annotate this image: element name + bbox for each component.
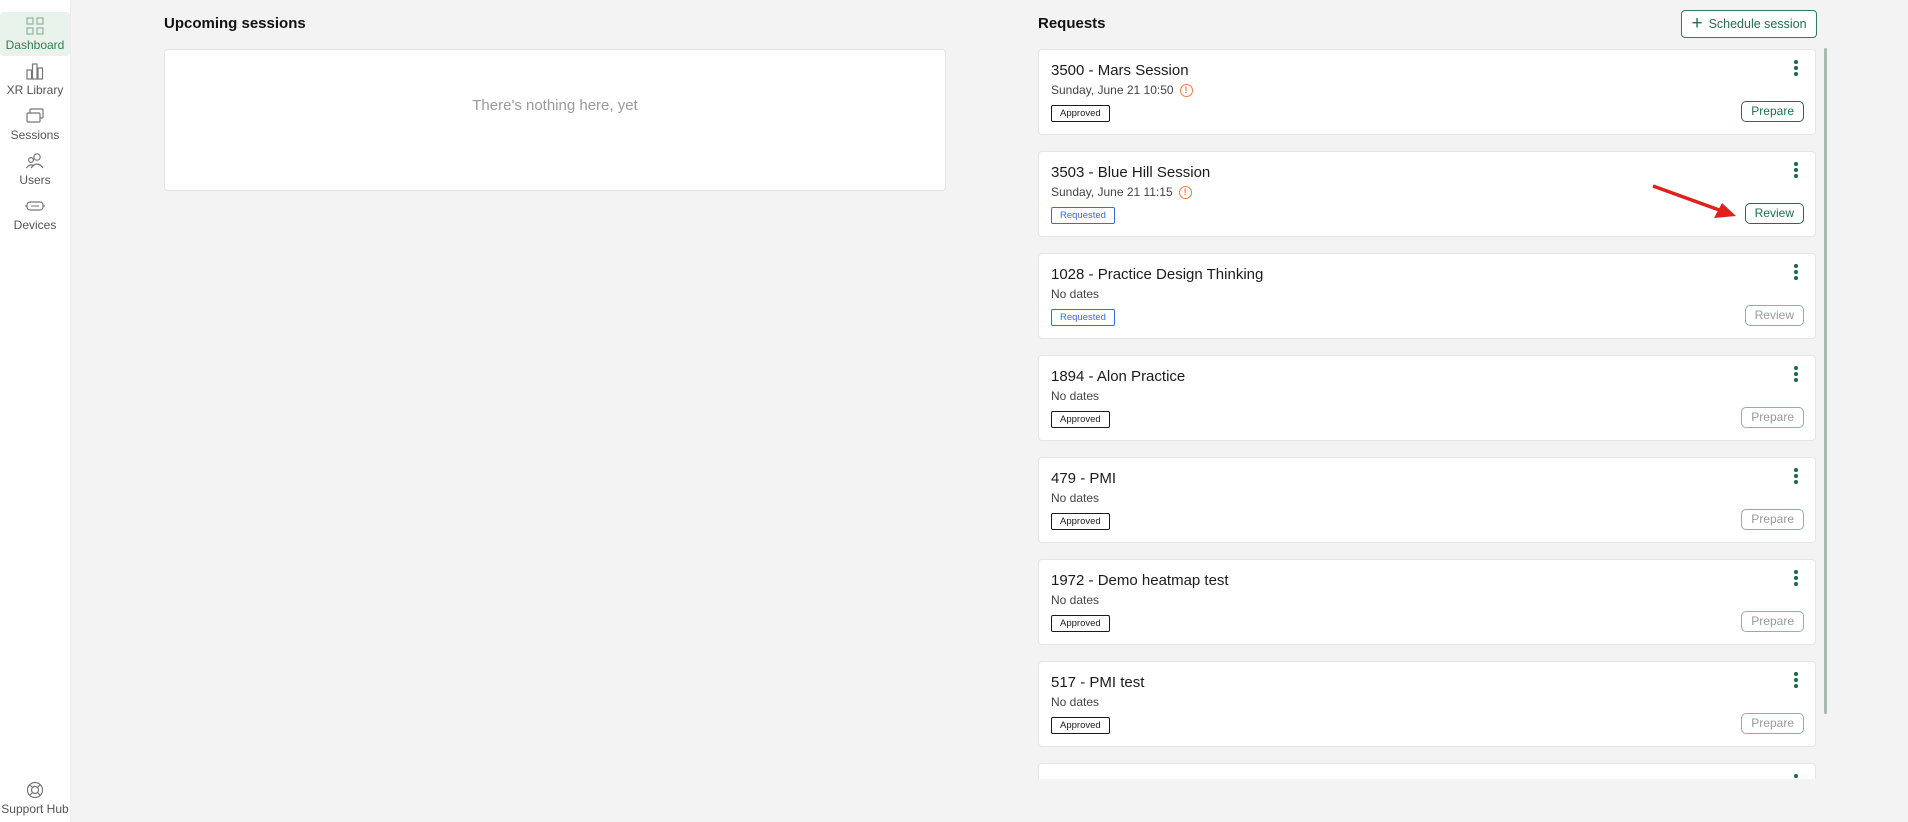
- empty-state-text: There's nothing here, yet: [472, 96, 638, 114]
- request-card[interactable]: 517 - PMI test No dates Approved Prepare: [1038, 661, 1816, 747]
- prepare-button[interactable]: Prepare: [1741, 407, 1804, 428]
- status-badge: Approved: [1051, 717, 1110, 734]
- request-card[interactable]: 479 - PMI No dates Approved Prepare: [1038, 457, 1816, 543]
- more-options-icon[interactable]: [1791, 774, 1801, 779]
- requests-title: Requests: [1038, 15, 1106, 32]
- sidebar-item-devices[interactable]: Devices: [0, 192, 70, 236]
- chart-icon: [26, 63, 44, 80]
- sessions-icon: [26, 108, 44, 123]
- schedule-session-button[interactable]: + Schedule session: [1681, 10, 1817, 38]
- status-badge: Requested: [1051, 207, 1115, 224]
- sidebar-item-support-hub[interactable]: Support Hub: [0, 776, 70, 820]
- request-card[interactable]: 1972 - Demo heatmap test No dates Approv…: [1038, 559, 1816, 645]
- request-date-text: No dates: [1051, 389, 1100, 403]
- more-options-icon[interactable]: [1791, 468, 1801, 488]
- request-title: 3503 - Blue Hill Session: [1051, 164, 1211, 181]
- prepare-button[interactable]: Prepare: [1741, 713, 1804, 734]
- request-card[interactable]: 3500 - Mars Session Sunday, June 21 10:5…: [1038, 49, 1816, 135]
- more-options-icon[interactable]: [1791, 264, 1801, 284]
- prepare-button[interactable]: Prepare: [1741, 611, 1804, 632]
- request-date-text: No dates: [1051, 491, 1100, 505]
- request-card[interactable]: [1038, 763, 1816, 779]
- sidebar-item-label: Devices: [13, 218, 57, 232]
- upcoming-sessions-empty-card: There's nothing here, yet: [164, 49, 946, 191]
- more-options-icon[interactable]: [1791, 366, 1801, 386]
- request-date-text: No dates: [1051, 695, 1100, 709]
- status-badge: Approved: [1051, 105, 1110, 122]
- request-date: Sunday, June 21 10:50!: [1051, 83, 1193, 97]
- request-date-text: No dates: [1051, 287, 1100, 301]
- review-button[interactable]: Review: [1744, 305, 1804, 326]
- sidebar-item-sessions[interactable]: Sessions: [0, 102, 70, 146]
- sidebar-item-users[interactable]: Users: [0, 147, 70, 191]
- request-date: No dates: [1051, 593, 1099, 607]
- lifebuoy-icon: [26, 781, 44, 799]
- warning-icon: !: [1178, 185, 1192, 199]
- request-card[interactable]: 1028 - Practice Design Thinking No dates…: [1038, 253, 1816, 339]
- request-date-text: Sunday, June 21 11:15: [1051, 185, 1173, 199]
- requests-scrollbar[interactable]: [1824, 48, 1827, 714]
- status-badge: Approved: [1051, 411, 1110, 428]
- request-date: Sunday, June 21 11:15!: [1051, 185, 1192, 199]
- status-badge: Approved: [1051, 615, 1110, 632]
- more-options-icon[interactable]: [1791, 672, 1801, 692]
- sidebar-item-label: Sessions: [10, 128, 60, 142]
- request-date-text: No dates: [1051, 593, 1100, 607]
- request-date: No dates: [1051, 491, 1099, 505]
- requests-list: 3500 - Mars Session Sunday, June 21 10:5…: [1038, 49, 1816, 779]
- request-date-text: Sunday, June 21 10:50: [1051, 83, 1174, 97]
- users-icon: [26, 153, 44, 169]
- plus-icon: +: [1691, 12, 1703, 34]
- status-badge: Requested: [1051, 309, 1115, 326]
- request-title: 517 - PMI test: [1051, 674, 1145, 691]
- review-button[interactable]: Review: [1744, 203, 1804, 224]
- request-title: 479 - PMI: [1051, 470, 1117, 487]
- sidebar-item-label: Support Hub: [1, 802, 69, 816]
- prepare-button[interactable]: Prepare: [1741, 101, 1804, 122]
- upcoming-sessions-title: Upcoming sessions: [164, 15, 306, 32]
- warning-icon: !: [1179, 83, 1193, 97]
- more-options-icon[interactable]: [1791, 570, 1801, 590]
- more-options-icon[interactable]: [1791, 162, 1801, 182]
- request-title: 3500 - Mars Session: [1051, 62, 1189, 79]
- request-card[interactable]: 1894 - Alon Practice No dates Approved P…: [1038, 355, 1816, 441]
- request-title: 1894 - Alon Practice: [1051, 368, 1186, 385]
- dashboard-icon: [26, 17, 44, 35]
- sidebar-item-label: Dashboard: [5, 38, 65, 52]
- sidebar-item-xr-library[interactable]: XR Library: [0, 57, 70, 101]
- request-date: No dates: [1051, 695, 1099, 709]
- status-badge: Approved: [1051, 513, 1110, 530]
- sidebar: Dashboard XR Library Sessions Users Devi…: [0, 0, 71, 822]
- sidebar-item-label: XR Library: [6, 83, 64, 97]
- request-title: 1972 - Demo heatmap test: [1051, 572, 1229, 589]
- annotation-arrow: [1652, 184, 1736, 218]
- request-title: 1028 - Practice Design Thinking: [1051, 266, 1264, 283]
- sidebar-item-dashboard[interactable]: Dashboard: [0, 12, 70, 56]
- headset-icon: [25, 201, 45, 211]
- sidebar-item-label: Users: [19, 173, 51, 187]
- prepare-button[interactable]: Prepare: [1741, 509, 1804, 530]
- request-date: No dates: [1051, 287, 1099, 301]
- request-date: No dates: [1051, 389, 1099, 403]
- schedule-session-label: Schedule session: [1708, 17, 1807, 31]
- more-options-icon[interactable]: [1791, 60, 1801, 80]
